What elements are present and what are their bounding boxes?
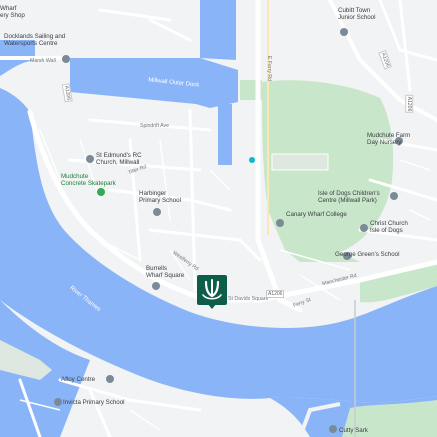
school-pin-icon[interactable] (153, 208, 161, 216)
school-pin-icon[interactable] (276, 219, 284, 227)
map-canvas[interactable]: Millwall Outer Dock River Thames Wharf e… (0, 0, 437, 437)
label-harbinger[interactable]: Harbinger Primary School (139, 190, 181, 204)
label-invicta[interactable]: Invicta Primary School (63, 399, 125, 406)
label-christ-church[interactable]: Christ Church Isle of Dogs (370, 220, 408, 234)
school-pin-icon[interactable] (62, 55, 70, 63)
location-marker[interactable] (197, 275, 227, 305)
location-marker-tail (207, 303, 217, 309)
label-isle-of-dogs-childrens[interactable]: Isle of Dogs Children's Centre (Millwall… (318, 190, 380, 204)
label-burrells-wharf[interactable]: Burrells Wharf Square (146, 265, 184, 279)
church-pin-icon[interactable] (360, 224, 368, 232)
label-poi-top-left[interactable]: Wharf ery Shop (0, 5, 25, 19)
station-icon[interactable] (249, 157, 255, 163)
label-mudchute-farm[interactable]: Mudchute Farm Day Nursery (367, 132, 410, 146)
road-label-spindrift: Spindrift Ave (140, 123, 170, 129)
map-base-layer (0, 0, 437, 437)
label-canary-wharf-college[interactable]: Canary Wharf College (286, 211, 347, 218)
road-label-e-ferry: E Ferry Rd (266, 55, 273, 82)
school-pin-icon[interactable] (54, 398, 62, 406)
label-docklands-sailing[interactable]: Docklands Sailing and Watersports Centre (4, 33, 65, 47)
label-george-greens[interactable]: George Green's School (335, 251, 399, 258)
label-afloy-centre[interactable]: Afloy Centre (61, 376, 95, 383)
skatepark-pin-icon[interactable] (97, 188, 105, 196)
label-cubitt-town[interactable]: Cubitt Town Junior School (338, 7, 376, 21)
label-cutty-sark[interactable]: Cutty Sark (339, 427, 368, 434)
label-st-edmunds[interactable]: St Edmund's RC Church, Millwall (96, 152, 142, 166)
shield-a1206-right: A1206 (405, 94, 414, 114)
place-pin-icon[interactable] (152, 282, 160, 290)
company-logo-icon (202, 279, 222, 300)
church-pin-icon[interactable] (86, 155, 94, 163)
label-mudchute-skatepark[interactable]: Mudchute Concrete Skatepark (61, 173, 116, 187)
shield-a1206-bottom: A1206 (266, 290, 285, 298)
road-label-st-davids: St Davids Square (228, 296, 269, 302)
place-pin-icon[interactable] (106, 375, 114, 383)
road-label-marsh-wall: Marsh Wall (30, 58, 56, 64)
school-pin-icon[interactable] (340, 28, 348, 36)
childrens-centre-pin-icon[interactable] (390, 192, 398, 200)
landmark-pin-icon[interactable] (329, 425, 337, 433)
